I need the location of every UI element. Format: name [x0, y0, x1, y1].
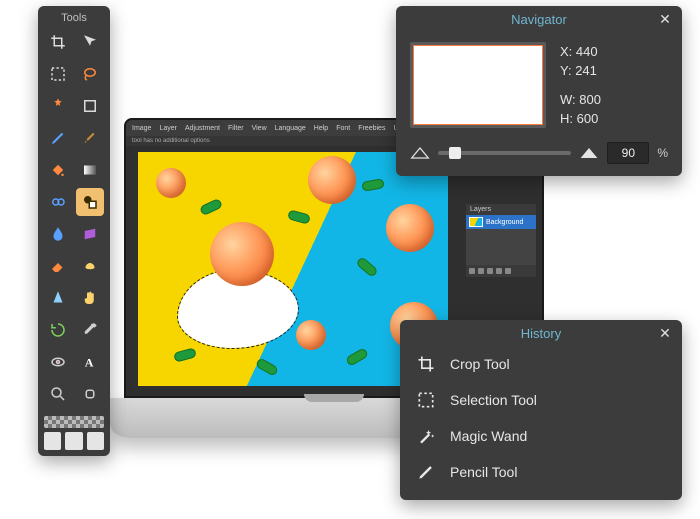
zoom-icon[interactable] [44, 380, 72, 408]
menu-item[interactable]: Language [275, 125, 306, 132]
history-item-magic-wand[interactable]: Magic Wand [400, 418, 682, 454]
healing-icon[interactable] [76, 380, 104, 408]
blur-drop-icon[interactable] [44, 220, 72, 248]
coord-x-label: X: [560, 44, 572, 59]
history-item-label: Magic Wand [450, 428, 527, 444]
laptop-hinge [304, 394, 364, 402]
layout-mode-3[interactable] [87, 432, 104, 450]
paint-bucket-icon[interactable] [44, 156, 72, 184]
close-icon[interactable]: ✕ [656, 324, 674, 342]
coord-y-value: 241 [575, 63, 597, 78]
menu-item[interactable]: Adjustment [185, 125, 220, 132]
layout-mode-buttons [38, 428, 110, 450]
eyedropper-icon[interactable] [76, 316, 104, 344]
artwork-leaf [287, 209, 311, 224]
history-item-crop[interactable]: Crop Tool [400, 346, 682, 382]
artwork-leaf [361, 178, 384, 192]
artwork-rose [308, 156, 356, 204]
zoom-out-icon[interactable] [410, 146, 430, 160]
sharpen-icon[interactable] [44, 284, 72, 312]
menu-item[interactable]: Help [314, 125, 328, 132]
move-icon[interactable] [76, 28, 104, 56]
artwork-leaf [345, 347, 369, 367]
tools-panel-title: Tools [38, 6, 110, 28]
crop-icon [416, 354, 436, 374]
artwork-leaf [355, 256, 378, 278]
coord-x-value: 440 [576, 44, 598, 59]
history-item-label: Selection Tool [450, 392, 537, 408]
clone-stamp-icon[interactable] [44, 188, 72, 216]
artwork-leaf [199, 198, 223, 216]
coord-h-label: H: [560, 111, 573, 126]
artwork-rose [210, 222, 274, 286]
text-icon[interactable]: A [76, 348, 104, 376]
history-item-selection[interactable]: Selection Tool [400, 382, 682, 418]
lasso-icon[interactable] [76, 60, 104, 88]
layers-panel-footer [466, 265, 536, 277]
pencil-icon[interactable] [44, 124, 72, 152]
navigator-panel: Navigator ✕ X: 440 Y: 241 W: 800 H: 600 … [396, 6, 682, 176]
zoom-slider[interactable] [438, 151, 571, 155]
navigator-viewport-rect [414, 46, 542, 124]
coord-y-label: Y: [560, 63, 572, 78]
smudge-icon[interactable] [76, 252, 104, 280]
artwork-leaf [173, 347, 197, 362]
zoom-value-input[interactable]: 90 [607, 142, 649, 164]
redeye-icon[interactable] [44, 348, 72, 376]
zoom-in-icon[interactable] [579, 146, 599, 160]
hand-icon[interactable] [76, 284, 104, 312]
layout-mode-1[interactable] [44, 432, 61, 450]
artwork-rose [386, 204, 434, 252]
menu-item[interactable]: Image [132, 125, 151, 132]
menu-item[interactable]: Layer [159, 125, 177, 132]
marquee-icon [416, 390, 436, 410]
zoom-slider-thumb[interactable] [449, 147, 461, 159]
layer-row-background[interactable]: Background [466, 215, 536, 229]
menu-item[interactable]: Font [336, 125, 350, 132]
tools-panel: Tools A [38, 6, 110, 456]
marquee-icon[interactable] [44, 60, 72, 88]
svg-text:A: A [85, 356, 94, 370]
layers-panel: Layers Background [466, 204, 536, 277]
artwork-rose [156, 168, 186, 198]
magic-wand-icon [416, 426, 436, 446]
layers-panel-title: Layers [466, 204, 536, 215]
layer-name: Background [486, 219, 523, 226]
sponge-icon[interactable] [76, 220, 104, 248]
menu-item[interactable]: Filter [228, 125, 244, 132]
shapes-icon[interactable] [76, 188, 104, 216]
navigator-preview[interactable] [410, 42, 546, 128]
frame-icon[interactable] [76, 92, 104, 120]
eraser-icon[interactable] [44, 252, 72, 280]
navigator-title: Navigator [511, 12, 567, 27]
brush-icon[interactable] [76, 124, 104, 152]
gradient-icon[interactable] [76, 156, 104, 184]
coord-h-value: 600 [577, 111, 599, 126]
history-item-label: Pencil Tool [450, 464, 517, 480]
layer-thumbnail [469, 217, 483, 227]
menu-item[interactable]: View [252, 125, 267, 132]
foreground-background-swatch[interactable] [44, 416, 104, 428]
crop-icon[interactable] [44, 28, 72, 56]
zoom-percent-label: % [657, 146, 668, 160]
tool-grid: A [38, 28, 110, 412]
magic-wand-icon[interactable] [44, 92, 72, 120]
coord-w-value: 800 [579, 92, 601, 107]
close-icon[interactable]: ✕ [656, 10, 674, 28]
menu-item[interactable]: Freebies [358, 125, 385, 132]
coord-w-label: W: [560, 92, 576, 107]
rotate-icon[interactable] [44, 316, 72, 344]
history-item-label: Crop Tool [450, 356, 510, 372]
pencil-icon [416, 462, 436, 482]
navigator-coords: X: 440 Y: 241 W: 800 H: 600 [560, 42, 601, 128]
layout-mode-2[interactable] [65, 432, 82, 450]
history-item-pencil[interactable]: Pencil Tool [400, 454, 682, 490]
history-title: History [521, 326, 561, 341]
artwork-rose [296, 320, 326, 350]
artwork-leaf [255, 357, 279, 377]
history-panel: History ✕ Crop Tool Selection Tool Magic… [400, 320, 682, 500]
